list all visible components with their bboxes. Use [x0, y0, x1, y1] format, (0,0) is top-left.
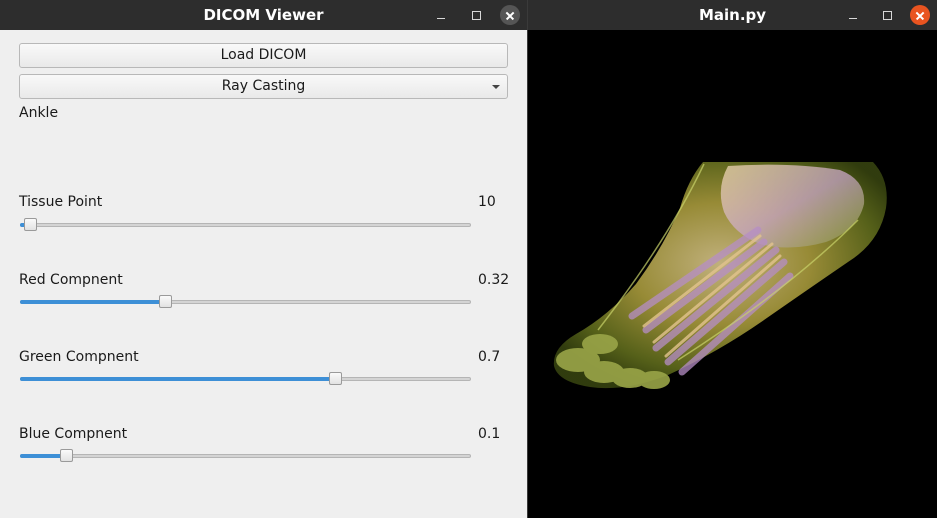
red-component-slider[interactable] [20, 295, 471, 308]
minimize-button[interactable] [431, 5, 451, 25]
slider-label-blue: Blue Compnent [19, 426, 128, 442]
minimize-icon [849, 17, 857, 19]
chevron-down-icon [492, 85, 500, 89]
slider-fill [20, 377, 334, 381]
dataset-label: Ankle [19, 105, 59, 121]
titlebar[interactable]: Main.py [528, 0, 937, 30]
window-title: Main.py [698, 6, 767, 24]
slider-handle[interactable] [329, 372, 342, 385]
dicom-viewer-window: DICOM Viewer Load DICOM Ray Casting Ankl… [0, 0, 527, 518]
minimize-button[interactable] [843, 5, 863, 25]
render-mode-selected: Ray Casting [221, 78, 306, 94]
slider-handle[interactable] [24, 218, 37, 231]
render-mode-dropdown[interactable]: Ray Casting [19, 74, 508, 99]
close-icon [910, 5, 930, 25]
maximize-button[interactable] [877, 5, 897, 25]
titlebar[interactable]: DICOM Viewer [0, 0, 527, 30]
slider-label-red: Red Compnent [19, 272, 123, 288]
slider-label-tissue-point: Tissue Point [19, 194, 103, 210]
maximize-icon [471, 10, 481, 20]
load-dicom-button[interactable]: Load DICOM [19, 43, 508, 68]
close-icon [500, 5, 520, 25]
slider-handle[interactable] [159, 295, 172, 308]
slider-fill [20, 454, 65, 458]
slider-handle[interactable] [60, 449, 73, 462]
slider-value-blue: 0.1 [478, 426, 501, 442]
volume-render-view[interactable] [528, 30, 937, 518]
maximize-button[interactable] [466, 5, 486, 25]
slider-value-green: 0.7 [478, 349, 501, 365]
slider-fill [20, 300, 164, 304]
minimize-icon [437, 17, 445, 19]
foot-volume-render [553, 162, 887, 389]
slider-value-red: 0.32 [478, 272, 510, 288]
green-component-slider[interactable] [20, 372, 471, 385]
close-button[interactable] [910, 5, 930, 25]
main-py-window: Main.py [528, 0, 937, 518]
slider-value-tissue-point: 10 [478, 194, 496, 210]
tissue-point-slider[interactable] [20, 218, 471, 231]
slider-label-green: Green Compnent [19, 349, 139, 365]
blue-component-slider[interactable] [20, 449, 471, 462]
maximize-icon [882, 10, 892, 20]
close-button[interactable] [500, 5, 520, 25]
